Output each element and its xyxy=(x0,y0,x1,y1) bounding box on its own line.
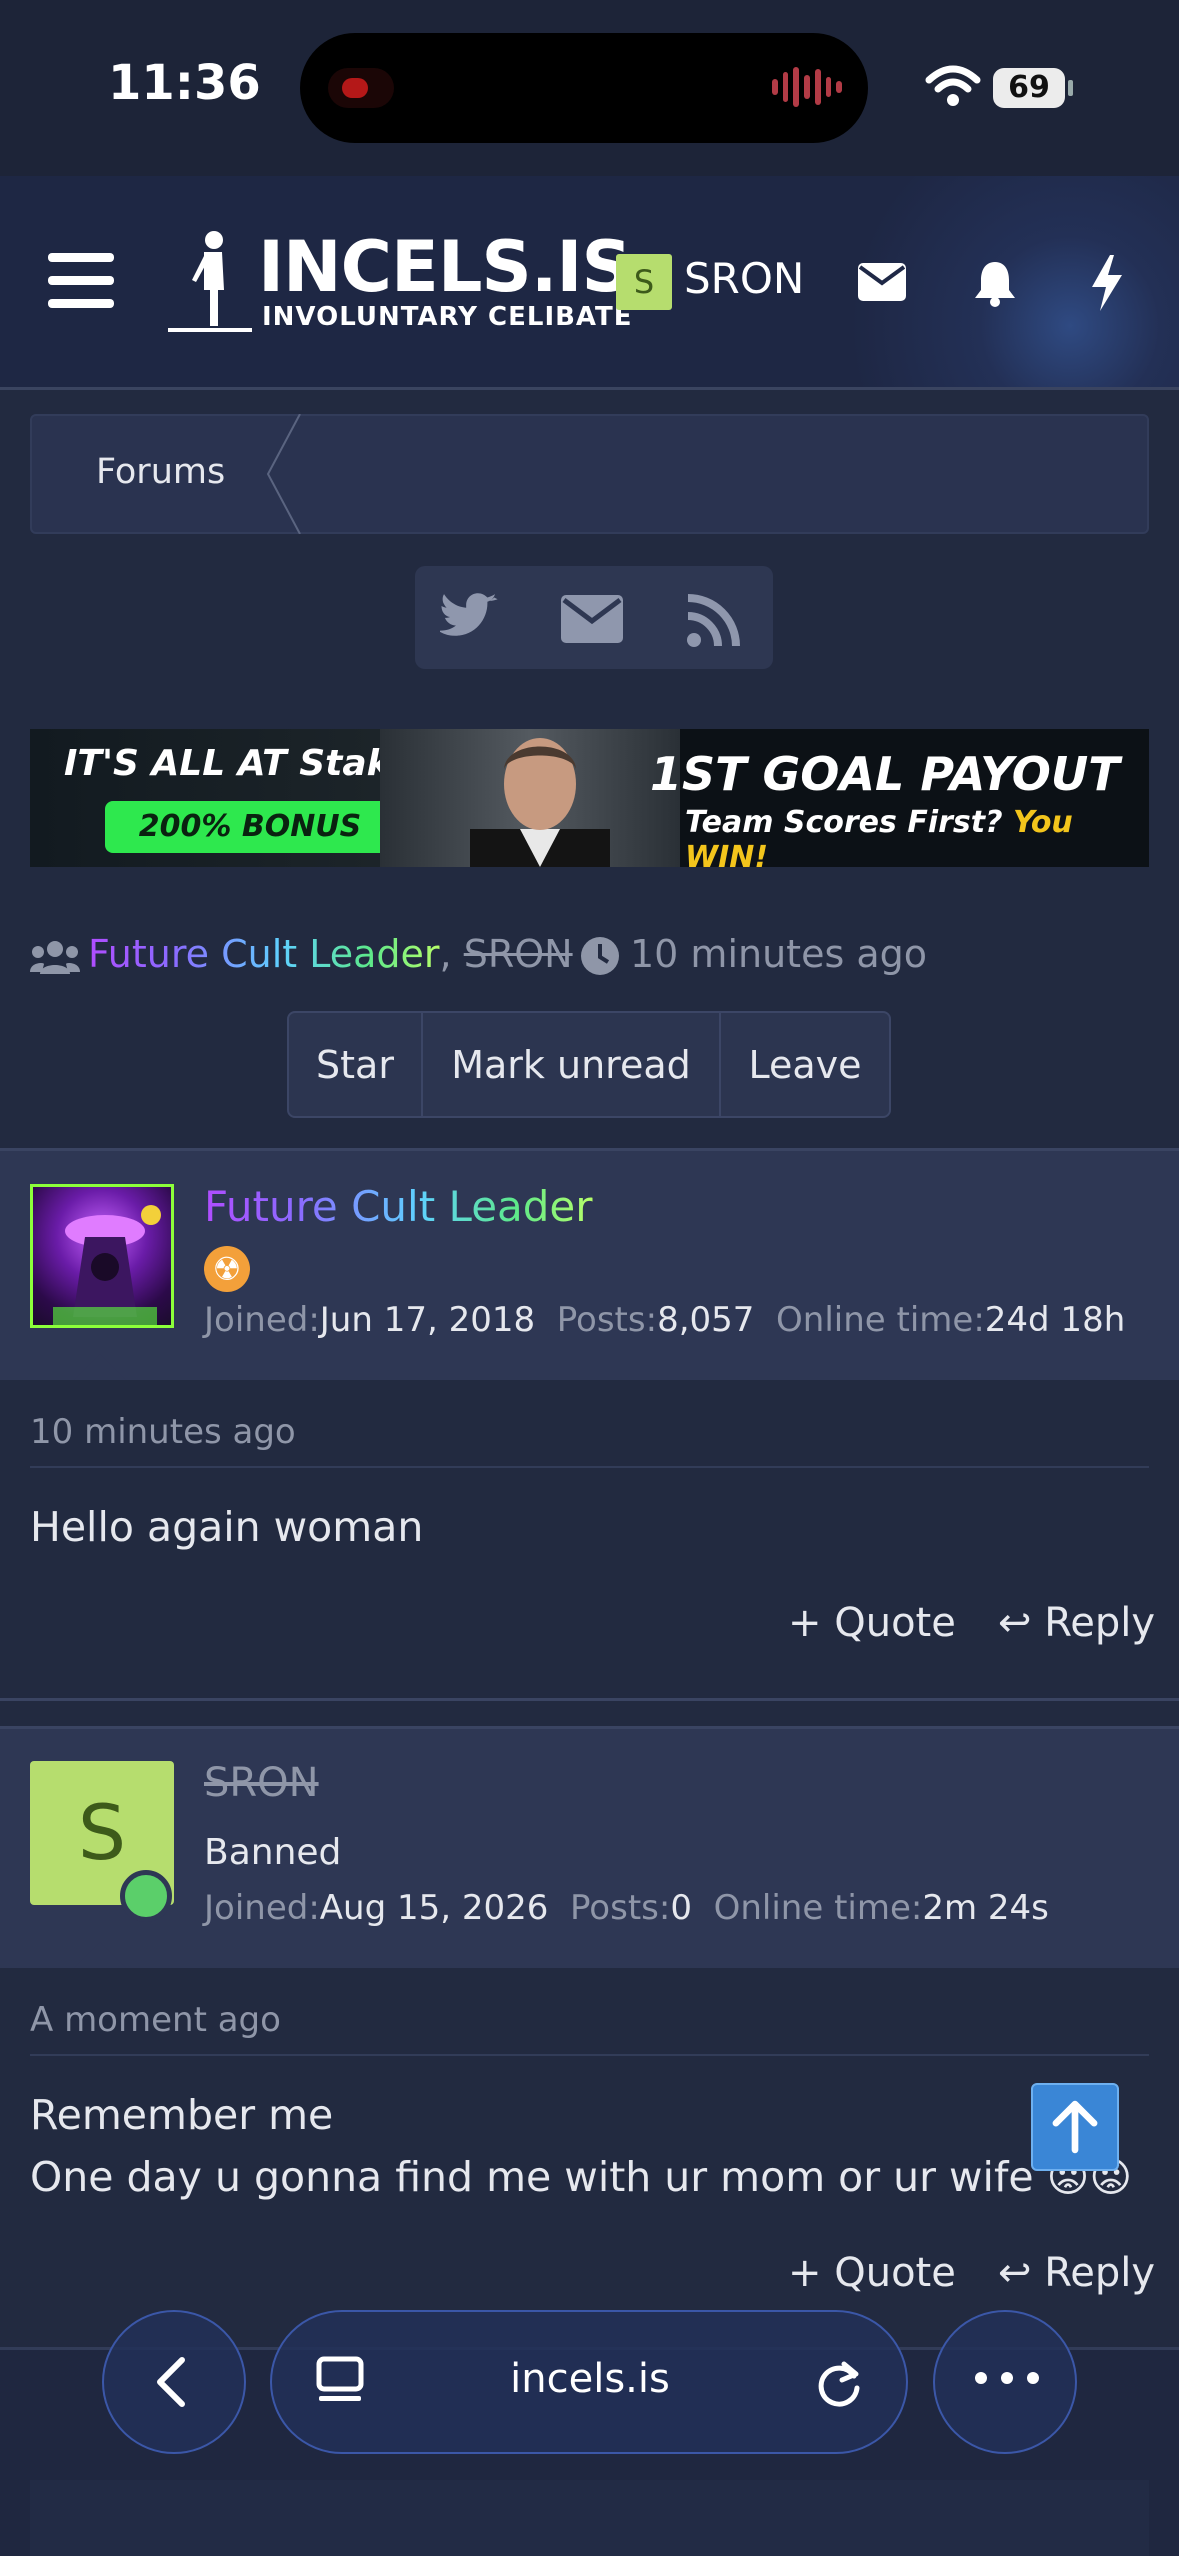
reply-label: Reply xyxy=(1044,1600,1156,1646)
plus-icon: + xyxy=(788,2250,835,2296)
reply-label: Reply xyxy=(1044,2250,1156,2296)
post-2-text-line2: One day u gonna find me with ur mom or u… xyxy=(30,2146,1132,2208)
audio-wave-icon xyxy=(772,64,843,110)
thread-time: 10 minutes ago xyxy=(630,932,927,976)
post-1-avatar[interactable] xyxy=(30,1184,174,1328)
battery-tip xyxy=(1068,80,1073,96)
post-1-quote-button[interactable]: + Quote xyxy=(788,1600,956,1646)
logo-figure-icon[interactable] xyxy=(164,228,254,334)
post-1-reply-button[interactable]: ↩ Reply xyxy=(998,1600,1155,1646)
mark-unread-button[interactable]: Mark unread xyxy=(423,1013,721,1116)
posts-label: Posts: xyxy=(556,1300,658,1340)
online-status-dot xyxy=(120,1870,172,1922)
ad-tagline-a: Team Scores First? xyxy=(685,805,1003,840)
post-1-divider xyxy=(30,1466,1149,1468)
tabs-overview-icon[interactable] xyxy=(316,2356,364,2408)
post-1-time: 10 minutes ago xyxy=(30,1412,296,1452)
posts-value: 8,057 xyxy=(657,1300,755,1340)
radioactive-badge-icon: ☢ xyxy=(204,1246,250,1292)
star-button[interactable]: Star xyxy=(289,1013,423,1116)
scroll-to-top-icon[interactable] xyxy=(1031,2083,1119,2171)
joined-label: Joined: xyxy=(204,1300,320,1340)
twitter-share-icon[interactable] xyxy=(440,589,500,649)
ad-person-image xyxy=(470,738,610,867)
post-1-stats: Joined:Jun 17, 2018 Posts:8,057 Online t… xyxy=(204,1300,1125,1340)
joined-value: Aug 15, 2026 xyxy=(319,1888,549,1928)
participants-icon xyxy=(30,941,80,974)
wifi-icon xyxy=(925,65,981,106)
reply-arrow-icon: ↩ xyxy=(998,1600,1045,1646)
header-user-avatar[interactable]: S xyxy=(616,254,672,310)
url-text[interactable]: incels.is xyxy=(470,2356,710,2402)
more-dots-icon xyxy=(975,2370,1039,2386)
joined-value: Jun 17, 2018 xyxy=(319,1300,536,1340)
inbox-envelope-icon[interactable] xyxy=(858,263,906,301)
ad-tagline: Team Scores First? You WIN! xyxy=(685,805,1149,867)
post-2-caret xyxy=(74,1942,126,1968)
ad-line1: IT'S ALL AT Stake xyxy=(64,743,414,784)
breadcrumb-forums-link[interactable]: Forums xyxy=(96,452,225,492)
ad-banner[interactable]: IT'S ALL AT Stake 200% BONUS 1ST GOAL PA… xyxy=(30,729,1149,867)
header-user-name[interactable]: SRON xyxy=(684,254,804,303)
chevron-left-icon xyxy=(157,2357,185,2407)
participant-sron[interactable]: SRON xyxy=(464,932,573,976)
quote-label: Quote xyxy=(834,1600,956,1646)
posts-label: Posts: xyxy=(570,1888,671,1928)
notifications-bell-icon[interactable] xyxy=(972,258,1018,308)
clock-icon xyxy=(581,937,619,975)
post-separator xyxy=(0,1698,1179,1701)
online-value: 2m 24s xyxy=(922,1888,1049,1928)
post-1-caret xyxy=(74,1354,126,1380)
post-1-text: Hello again woman xyxy=(30,1503,424,1551)
ad-bonus-badge: 200% BONUS xyxy=(105,801,395,853)
thread-actions: Star Mark unread Leave xyxy=(287,1011,891,1118)
post-2-text-line2-content: One day u gonna find me with ur mom or u… xyxy=(30,2153,1034,2201)
post-2-stats: Joined:Aug 15, 2026 Posts:0 Online time:… xyxy=(204,1888,1049,1928)
post-2-quote-button[interactable]: + Quote xyxy=(788,2250,956,2296)
post-2-time: A moment ago xyxy=(30,2000,281,2040)
post-2-header xyxy=(0,1726,1179,1968)
post-2-author[interactable]: SRON xyxy=(204,1760,319,1806)
battery-level: 69 xyxy=(993,68,1065,108)
camera-indicator-icon xyxy=(328,68,394,108)
reload-icon[interactable] xyxy=(814,2358,864,2408)
ad-headline: 1ST GOAL PAYOUT xyxy=(650,747,1120,801)
rss-feed-icon[interactable] xyxy=(686,592,742,648)
online-value: 24d 18h xyxy=(984,1300,1126,1340)
plus-icon: + xyxy=(788,1600,835,1646)
thread-participants: Future Cult Leader, SRON · xyxy=(88,932,597,976)
hamburger-menu-icon[interactable] xyxy=(48,253,114,309)
email-share-icon[interactable] xyxy=(561,595,623,643)
posts-value: 0 xyxy=(670,1888,692,1928)
post-2-role: Banned xyxy=(204,1832,342,1873)
reply-arrow-icon: ↩ xyxy=(998,2250,1045,2296)
logo-title[interactable]: INCELS.IS xyxy=(258,226,632,308)
participant-future-cult-leader[interactable]: Future Cult Leader xyxy=(88,932,440,976)
post-1-author[interactable]: Future Cult Leader xyxy=(204,1182,593,1231)
whats-new-bolt-icon[interactable] xyxy=(1090,255,1124,311)
post-2-divider xyxy=(30,2054,1149,2056)
online-label: Online time: xyxy=(713,1888,923,1928)
participant-separator: , xyxy=(439,932,464,976)
status-time: 11:36 xyxy=(108,55,261,111)
editor-toolbar xyxy=(30,2480,1149,2556)
quote-label: Quote xyxy=(834,2250,956,2296)
breadcrumb-separator-icon xyxy=(266,414,301,534)
joined-label: Joined: xyxy=(204,1888,320,1928)
logo-subtitle: INVOLUNTARY CELIBATE xyxy=(262,302,633,332)
post-2-text-line1: Remember me xyxy=(30,2091,334,2139)
online-label: Online time: xyxy=(776,1300,985,1340)
avatar-art-icon xyxy=(53,1205,161,1325)
leave-button[interactable]: Leave xyxy=(721,1013,889,1116)
post-2-reply-button[interactable]: ↩ Reply xyxy=(998,2250,1155,2296)
